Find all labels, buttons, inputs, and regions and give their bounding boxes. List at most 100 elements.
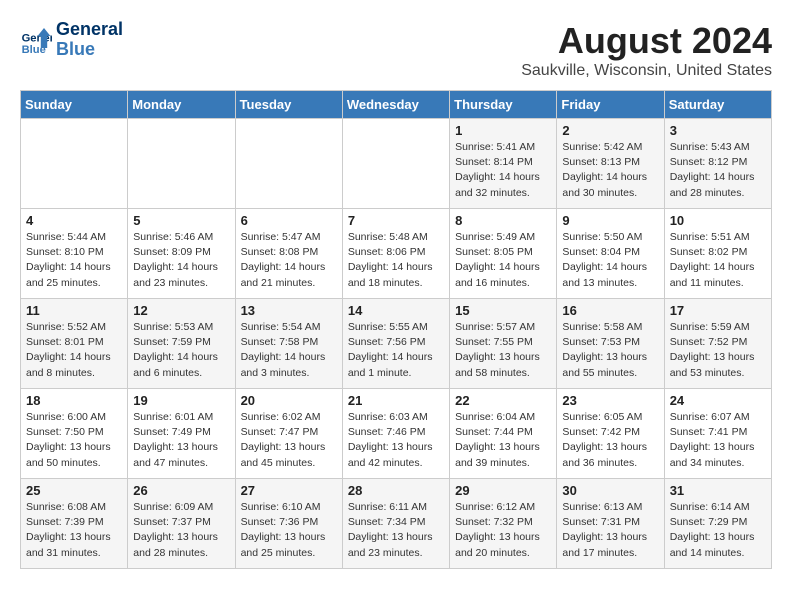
- calendar-cell: 4 Sunrise: 5:44 AM Sunset: 8:10 PM Daylig…: [21, 209, 128, 299]
- day-info: Sunrise: 6:01 AM Sunset: 7:49 PM Dayligh…: [133, 410, 229, 471]
- day-info: Sunrise: 6:14 AM Sunset: 7:29 PM Dayligh…: [670, 500, 766, 561]
- logo-text: General Blue: [56, 20, 123, 60]
- day-number: 6: [241, 213, 337, 228]
- logo: General Blue General Blue: [20, 20, 123, 60]
- page-header: General Blue General Blue August 2024 Sa…: [20, 20, 772, 80]
- weekday-header: Wednesday: [342, 91, 449, 119]
- calendar-cell: 18Sunrise: 6:00 AM Sunset: 7:50 PM Dayli…: [21, 389, 128, 479]
- calendar-cell: 24Sunrise: 6:07 AM Sunset: 7:41 PM Dayli…: [664, 389, 771, 479]
- weekday-header-row: SundayMondayTuesdayWednesdayThursdayFrid…: [21, 91, 772, 119]
- day-info: Sunrise: 6:08 AM Sunset: 7:39 PM Dayligh…: [26, 500, 122, 561]
- day-number: 25: [26, 483, 122, 498]
- calendar-title: August 2024: [521, 20, 772, 62]
- weekday-header: Tuesday: [235, 91, 342, 119]
- calendar-week-row: 18Sunrise: 6:00 AM Sunset: 7:50 PM Dayli…: [21, 389, 772, 479]
- calendar-cell: 5Sunrise: 5:46 AM Sunset: 8:09 PM Daylig…: [128, 209, 235, 299]
- calendar-cell: [235, 119, 342, 209]
- calendar-cell: [342, 119, 449, 209]
- day-number: 23: [562, 393, 658, 408]
- calendar-cell: 27 Sunrise: 6:10 AM Sunset: 7:36 PM Dayli…: [235, 479, 342, 569]
- day-number: 1: [455, 123, 551, 138]
- day-info: Sunrise: 6:03 AM Sunset: 7:46 PM Dayligh…: [348, 410, 444, 471]
- calendar-cell: 30Sunrise: 6:13 AM Sunset: 7:31 PM Dayli…: [557, 479, 664, 569]
- day-number: 8: [455, 213, 551, 228]
- day-info: Sunrise: 5:55 AM Sunset: 7:56 PM Dayligh…: [348, 320, 444, 381]
- day-number: 4: [26, 213, 122, 228]
- calendar-week-row: 11 Sunrise: 5:52 AM Sunset: 8:01 PM Dayli…: [21, 299, 772, 389]
- day-number: 21: [348, 393, 444, 408]
- day-info: Sunrise: 5:53 AM Sunset: 7:59 PM Dayligh…: [133, 320, 229, 381]
- day-info: Sunrise: 5:43 AM Sunset: 8:12 PM Dayligh…: [670, 140, 766, 201]
- calendar-cell: [21, 119, 128, 209]
- day-number: 31: [670, 483, 766, 498]
- day-info: Sunrise: 5:41 AM Sunset: 8:14 PM Dayligh…: [455, 140, 551, 201]
- calendar-cell: 23 Sunrise: 6:05 AM Sunset: 7:42 PM Dayli…: [557, 389, 664, 479]
- calendar-cell: 16Sunrise: 5:58 AM Sunset: 7:53 PM Dayli…: [557, 299, 664, 389]
- day-number: 27: [241, 483, 337, 498]
- day-info: Sunrise: 6:05 AM Sunset: 7:42 PM Dayligh…: [562, 410, 658, 471]
- day-number: 26: [133, 483, 229, 498]
- calendar-cell: 3 Sunrise: 5:43 AM Sunset: 8:12 PM Daylig…: [664, 119, 771, 209]
- day-info: Sunrise: 5:47 AM Sunset: 8:08 PM Dayligh…: [241, 230, 337, 291]
- day-number: 3: [670, 123, 766, 138]
- day-number: 9: [562, 213, 658, 228]
- calendar-week-row: 4 Sunrise: 5:44 AM Sunset: 8:10 PM Daylig…: [21, 209, 772, 299]
- day-info: Sunrise: 5:49 AM Sunset: 8:05 PM Dayligh…: [455, 230, 551, 291]
- calendar-cell: 8 Sunrise: 5:49 AM Sunset: 8:05 PM Daylig…: [450, 209, 557, 299]
- day-info: Sunrise: 6:13 AM Sunset: 7:31 PM Dayligh…: [562, 500, 658, 561]
- day-number: 20: [241, 393, 337, 408]
- calendar-cell: 22Sunrise: 6:04 AM Sunset: 7:44 PM Dayli…: [450, 389, 557, 479]
- weekday-header: Saturday: [664, 91, 771, 119]
- logo-icon: General Blue: [20, 24, 52, 56]
- day-info: Sunrise: 5:58 AM Sunset: 7:53 PM Dayligh…: [562, 320, 658, 381]
- calendar-cell: 29 Sunrise: 6:12 AM Sunset: 7:32 PM Dayli…: [450, 479, 557, 569]
- calendar-cell: 13Sunrise: 5:54 AM Sunset: 7:58 PM Dayli…: [235, 299, 342, 389]
- calendar-cell: 26 Sunrise: 6:09 AM Sunset: 7:37 PM Dayli…: [128, 479, 235, 569]
- calendar-cell: 15Sunrise: 5:57 AM Sunset: 7:55 PM Dayli…: [450, 299, 557, 389]
- day-number: 22: [455, 393, 551, 408]
- day-info: Sunrise: 6:07 AM Sunset: 7:41 PM Dayligh…: [670, 410, 766, 471]
- calendar-cell: 6 Sunrise: 5:47 AM Sunset: 8:08 PM Daylig…: [235, 209, 342, 299]
- calendar-cell: 28Sunrise: 6:11 AM Sunset: 7:34 PM Dayli…: [342, 479, 449, 569]
- logo-line2: Blue: [56, 40, 123, 60]
- day-info: Sunrise: 6:11 AM Sunset: 7:34 PM Dayligh…: [348, 500, 444, 561]
- day-info: Sunrise: 5:52 AM Sunset: 8:01 PM Dayligh…: [26, 320, 122, 381]
- day-info: Sunrise: 6:12 AM Sunset: 7:32 PM Dayligh…: [455, 500, 551, 561]
- day-info: Sunrise: 6:02 AM Sunset: 7:47 PM Dayligh…: [241, 410, 337, 471]
- calendar-cell: 7 Sunrise: 5:48 AM Sunset: 8:06 PM Daylig…: [342, 209, 449, 299]
- day-info: Sunrise: 5:48 AM Sunset: 8:06 PM Dayligh…: [348, 230, 444, 291]
- calendar-cell: 20 Sunrise: 6:02 AM Sunset: 7:47 PM Dayli…: [235, 389, 342, 479]
- calendar-cell: 31 Sunrise: 6:14 AM Sunset: 7:29 PM Dayli…: [664, 479, 771, 569]
- calendar-cell: 1 Sunrise: 5:41 AM Sunset: 8:14 PM Daylig…: [450, 119, 557, 209]
- logo-line1: General: [56, 20, 123, 40]
- day-info: Sunrise: 6:00 AM Sunset: 7:50 PM Dayligh…: [26, 410, 122, 471]
- weekday-header: Thursday: [450, 91, 557, 119]
- day-number: 17: [670, 303, 766, 318]
- calendar-week-row: 25 Sunrise: 6:08 AM Sunset: 7:39 PM Dayli…: [21, 479, 772, 569]
- day-number: 13: [241, 303, 337, 318]
- day-number: 15: [455, 303, 551, 318]
- day-info: Sunrise: 5:59 AM Sunset: 7:52 PM Dayligh…: [670, 320, 766, 381]
- day-number: 11: [26, 303, 122, 318]
- day-info: Sunrise: 5:51 AM Sunset: 8:02 PM Dayligh…: [670, 230, 766, 291]
- day-info: Sunrise: 5:44 AM Sunset: 8:10 PM Dayligh…: [26, 230, 122, 291]
- day-number: 19: [133, 393, 229, 408]
- calendar-cell: [128, 119, 235, 209]
- day-number: 29: [455, 483, 551, 498]
- weekday-header: Sunday: [21, 91, 128, 119]
- day-info: Sunrise: 5:46 AM Sunset: 8:09 PM Dayligh…: [133, 230, 229, 291]
- calendar-subtitle: Saukville, Wisconsin, United States: [521, 62, 772, 80]
- calendar-cell: 25 Sunrise: 6:08 AM Sunset: 7:39 PM Dayli…: [21, 479, 128, 569]
- calendar-cell: 21 Sunrise: 6:03 AM Sunset: 7:46 PM Dayli…: [342, 389, 449, 479]
- calendar-cell: 19 Sunrise: 6:01 AM Sunset: 7:49 PM Dayli…: [128, 389, 235, 479]
- day-number: 7: [348, 213, 444, 228]
- day-number: 12: [133, 303, 229, 318]
- calendar-cell: 2Sunrise: 5:42 AM Sunset: 8:13 PM Daylig…: [557, 119, 664, 209]
- day-info: Sunrise: 5:50 AM Sunset: 8:04 PM Dayligh…: [562, 230, 658, 291]
- day-number: 10: [670, 213, 766, 228]
- title-block: August 2024 Saukville, Wisconsin, United…: [521, 20, 772, 80]
- day-info: Sunrise: 6:10 AM Sunset: 7:36 PM Dayligh…: [241, 500, 337, 561]
- day-info: Sunrise: 6:09 AM Sunset: 7:37 PM Dayligh…: [133, 500, 229, 561]
- calendar-cell: 14 Sunrise: 5:55 AM Sunset: 7:56 PM Dayli…: [342, 299, 449, 389]
- day-number: 14: [348, 303, 444, 318]
